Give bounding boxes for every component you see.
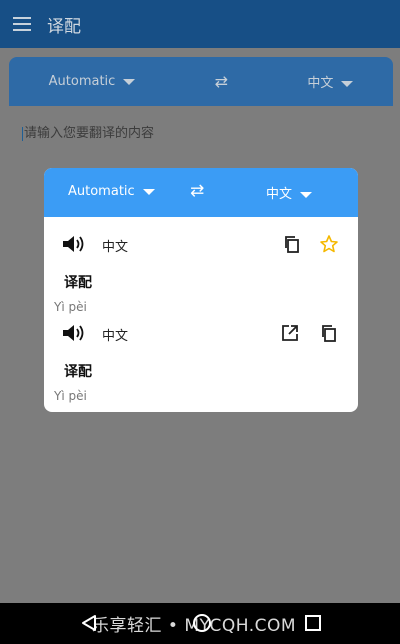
result-language-label: 中文 [102, 240, 129, 255]
menu-icon[interactable] [13, 17, 31, 31]
input-placeholder: 请输入您要翻译的内容 [24, 126, 155, 141]
dialog-source-language-select[interactable]: Automatic [68, 184, 155, 199]
app-title: 译配 [47, 16, 81, 37]
result-pinyin: Yì pèi [54, 389, 87, 403]
dropdown-caret-icon [341, 80, 354, 87]
target-language-select[interactable]: 中文 [307, 72, 354, 91]
app-bar: 译配 [0, 0, 400, 48]
text-cursor [22, 126, 23, 141]
dialog-target-language-select[interactable]: 中文 [266, 183, 313, 202]
dropdown-caret-icon [142, 188, 155, 195]
speaker-icon[interactable] [62, 324, 88, 342]
dialog-language-bar: Automatic ⇄ 中文 [44, 168, 358, 217]
star-icon[interactable] [319, 234, 339, 254]
dropdown-caret-icon [123, 78, 136, 85]
speaker-icon[interactable] [62, 235, 88, 253]
recent-apps-icon[interactable] [305, 615, 321, 631]
result-term: 译配 [64, 364, 92, 380]
copy-icon[interactable] [319, 323, 339, 343]
translate-input[interactable]: 请输入您要翻译的内容 [22, 122, 154, 141]
copy-icon[interactable] [282, 234, 302, 254]
source-language-select[interactable]: Automatic [49, 74, 136, 89]
swap-icon[interactable]: ⇄ [215, 72, 228, 91]
watermark: 乐享轻汇 • MYCQH.COM [92, 616, 297, 636]
result-pinyin: Yì pèi [54, 300, 87, 314]
dialog-swap-icon[interactable]: ⇄ [190, 181, 204, 201]
result-term: 译配 [64, 275, 92, 291]
result-language-label: 中文 [102, 329, 129, 344]
language-bar: Automatic ⇄ 中文 [9, 57, 393, 106]
translation-dialog: Automatic ⇄ 中文 中文 译配 Yì pèi 中文 译配 Yì pèi [44, 168, 358, 412]
dropdown-caret-icon [300, 191, 313, 198]
open-external-icon[interactable] [280, 323, 300, 343]
result-header-row: 中文 [44, 229, 358, 259]
result-header-row: 中文 [44, 318, 358, 348]
